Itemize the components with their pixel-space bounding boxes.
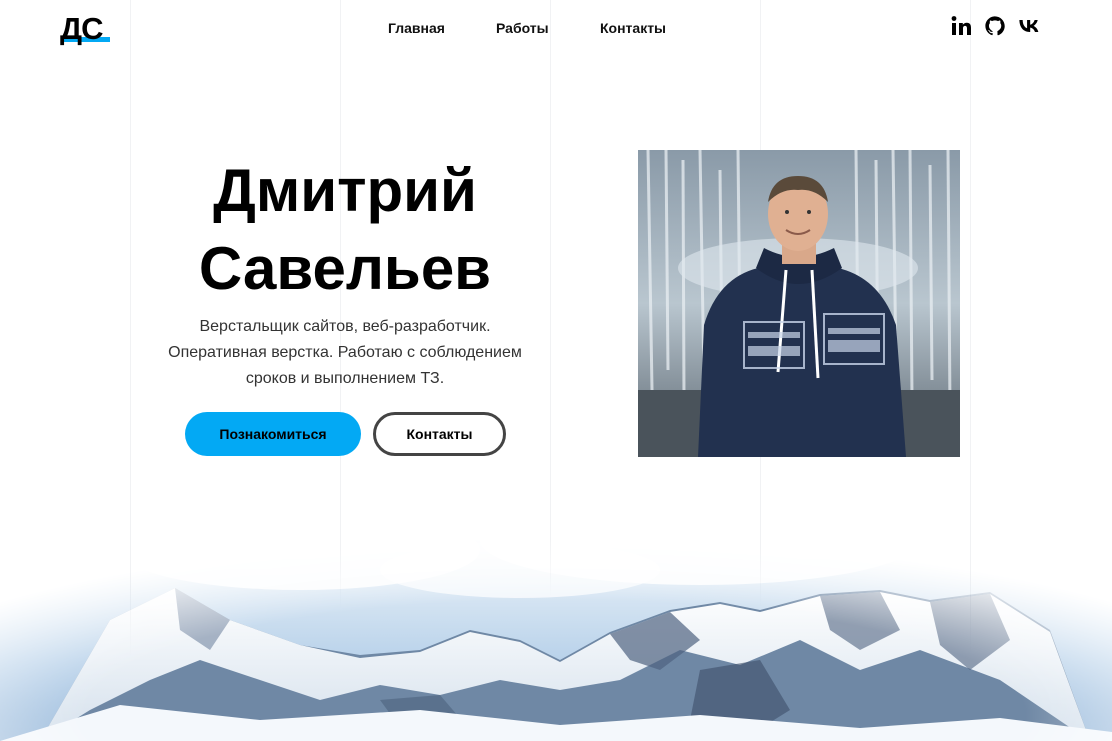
first-name: Дмитрий bbox=[213, 157, 477, 224]
last-name: Савельев bbox=[198, 235, 492, 302]
github-icon[interactable] bbox=[984, 14, 1006, 38]
nav-item-works[interactable]: Работы bbox=[496, 19, 549, 37]
logo-text: ДС bbox=[60, 11, 103, 46]
nav-item-contacts[interactable]: Контакты bbox=[600, 19, 666, 37]
linkedin-icon[interactable] bbox=[950, 14, 972, 38]
mountains-illustration bbox=[0, 470, 1112, 741]
portrait-photo bbox=[638, 150, 960, 457]
logo[interactable]: ДС bbox=[60, 11, 103, 46]
get-acquainted-button[interactable]: Познакомиться bbox=[185, 412, 361, 456]
nav-item-home[interactable]: Главная bbox=[388, 19, 445, 37]
hero-description: Верстальщик сайтов, веб-разработчик. Опе… bbox=[168, 318, 522, 387]
vk-icon[interactable] bbox=[1018, 14, 1040, 38]
contacts-button[interactable]: Контакты bbox=[373, 412, 506, 456]
last-name-highlight: Савельев bbox=[194, 230, 496, 308]
social-links bbox=[950, 14, 1040, 38]
page: ДС Главная Работы Контакты Дмитрий Савел… bbox=[0, 0, 1112, 741]
hero-title: Дмитрий Савельев bbox=[150, 152, 540, 308]
first-name-highlight: Дмитрий bbox=[209, 152, 481, 230]
